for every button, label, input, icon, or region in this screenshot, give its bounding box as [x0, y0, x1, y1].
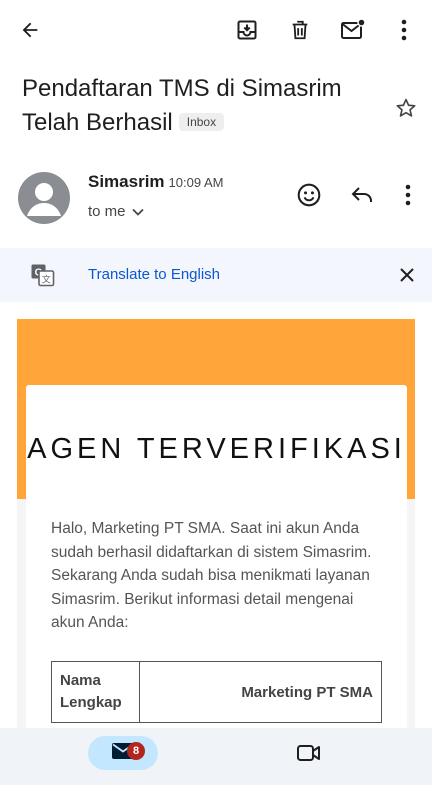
table-row: Nama Lengkap Marketing PT SMA [51, 661, 382, 723]
reply-icon[interactable] [347, 180, 377, 210]
email-body: AGEN TERVERIFIKASI Halo, Marketing PT SM… [17, 319, 415, 739]
translate-banner: G文 Translate to English [0, 248, 432, 302]
top-app-bar [0, 0, 432, 60]
email-subject: Pendaftaran TMS di Simasrim Telah Berhas… [22, 72, 372, 140]
video-icon[interactable] [294, 740, 324, 766]
mark-unread-icon[interactable] [339, 16, 367, 44]
subject-line-1: Pendaftaran TMS di Simasrim [22, 75, 342, 102]
star-icon[interactable] [392, 94, 420, 122]
email-paragraph: Halo, Marketing PT SMA. Saat ini akun An… [51, 520, 372, 631]
recipient-label: to me [88, 203, 126, 220]
trash-icon[interactable] [286, 16, 314, 44]
chevron-down-icon [131, 203, 144, 220]
email-heading: AGEN TERVERIFIKASI [27, 433, 406, 465]
more-vert-icon[interactable] [390, 16, 418, 44]
sender-row: Simasrim 10:09 AM [88, 172, 223, 192]
bottom-navigation: 8 [0, 728, 432, 785]
email-card: AGEN TERVERIFIKASI Halo, Marketing PT SM… [26, 385, 407, 739]
recipient-toggle[interactable]: to me [88, 203, 144, 220]
inbox-label-chip[interactable]: Inbox [178, 113, 225, 131]
close-icon[interactable] [394, 262, 420, 288]
svg-text:文: 文 [42, 274, 51, 286]
unread-badge: 8 [127, 742, 145, 760]
more-vert-icon[interactable] [393, 180, 423, 210]
archive-icon[interactable] [233, 16, 261, 44]
sender-name[interactable]: Simasrim [88, 172, 165, 191]
nav-mail-tab[interactable]: 8 [88, 736, 158, 770]
back-arrow-icon[interactable] [16, 16, 44, 44]
emoji-icon[interactable] [294, 180, 324, 210]
subject-line-2: Telah Berhasil [22, 109, 173, 136]
avatar-icon[interactable] [18, 172, 70, 224]
account-info-table: Nama Lengkap Marketing PT SMA [51, 661, 382, 723]
table-key: Nama Lengkap [51, 661, 140, 723]
translate-icon: G文 [30, 263, 56, 292]
table-value: Marketing PT SMA [139, 661, 382, 723]
sent-time: 10:09 AM [168, 175, 224, 190]
translate-link[interactable]: Translate to English [88, 266, 220, 283]
